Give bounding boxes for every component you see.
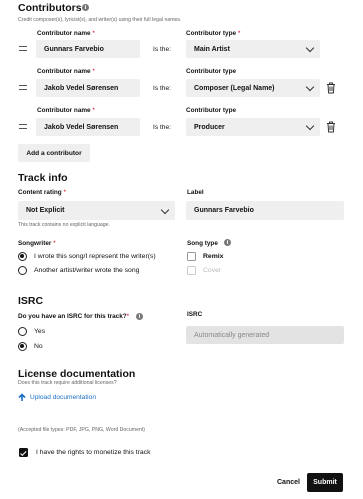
contributor-type-select[interactable]: Composer (Legal Name)	[186, 79, 320, 97]
remix-option-label[interactable]: Remix	[203, 253, 223, 260]
contributor-name-label: Contributor name *	[37, 107, 95, 114]
contributor-name-input[interactable]: Jakob Vedel Sørensen	[36, 118, 140, 136]
contributor-name-label: Contributor name *	[37, 30, 95, 37]
songwriter-option-self[interactable]: I wrote this song/I represent the writer…	[34, 253, 156, 260]
accepted-file-types: (Accepted file types: PDF, JPG, PNG, Wor…	[18, 427, 146, 433]
cancel-button[interactable]: Cancel	[277, 479, 300, 486]
song-type-label: Song type	[187, 240, 218, 247]
songwriter-radio-self[interactable]	[18, 252, 27, 261]
submit-button[interactable]: Submit	[307, 473, 343, 492]
contributor-name-label: Contributor name *	[37, 68, 95, 75]
trash-icon[interactable]	[326, 82, 336, 94]
isrc-radio-no[interactable]	[18, 342, 27, 351]
license-subtitle: Does this track require additional licen…	[18, 380, 117, 386]
chevron-down-icon	[305, 121, 315, 131]
songwriter-option-other[interactable]: Another artist/writer wrote the song	[34, 267, 139, 274]
is-the-label: Is the:	[153, 46, 171, 53]
isrc-option-yes[interactable]: Yes	[34, 328, 45, 335]
license-title: License documentation	[18, 368, 136, 380]
contributor-type-label: Contributor type *	[186, 30, 241, 37]
songwriter-radio-other[interactable]	[18, 266, 27, 275]
contributor-type-select[interactable]: Producer	[186, 118, 320, 136]
trash-icon[interactable]	[326, 121, 336, 133]
contributors-title: Contributors	[18, 2, 82, 14]
track-info-title: Track info	[18, 172, 68, 184]
info-icon[interactable]: i	[224, 239, 231, 246]
content-rating-select[interactable]: Not Explicit	[18, 201, 175, 220]
isrc-field-label: ISRC	[187, 311, 203, 318]
is-the-label: Is the:	[153, 85, 171, 92]
rights-checkbox[interactable]	[19, 448, 28, 457]
cover-checkbox	[187, 266, 196, 275]
chevron-down-icon	[160, 205, 170, 214]
remix-checkbox[interactable]	[187, 252, 196, 261]
contributor-type-label: Contributor type	[186, 107, 237, 114]
cover-option-label: Cover	[203, 267, 222, 274]
isrc-title: ISRC	[18, 295, 44, 307]
isrc-option-no[interactable]: No	[34, 343, 43, 350]
content-rating-label: Content rating *	[18, 189, 66, 196]
songwriter-label: Songwriter *	[18, 240, 56, 247]
content-rating-note: This track contains no explicit language…	[18, 222, 110, 228]
upload-documentation-link[interactable]: Upload documentation	[30, 394, 96, 401]
isrc-question: Do you have an ISRC for this track?*	[18, 313, 130, 320]
rights-label[interactable]: I have the rights to monetize this track	[36, 449, 150, 456]
drag-handle-icon[interactable]	[19, 46, 27, 51]
label-input[interactable]: Gunnars Farvebio	[186, 201, 344, 220]
is-the-label: Is the:	[153, 124, 171, 131]
add-contributor-button[interactable]: Add a contributor	[18, 144, 90, 162]
label-field-label: Label	[187, 189, 204, 196]
contributor-type-select[interactable]: Main Artist	[186, 40, 320, 58]
isrc-input: Automatically generated	[186, 326, 344, 344]
info-icon[interactable]: i	[136, 313, 143, 320]
chevron-down-icon	[305, 43, 315, 53]
drag-handle-icon[interactable]	[19, 124, 27, 129]
chevron-down-icon	[305, 82, 315, 92]
contributor-type-label: Contributor type	[186, 68, 237, 75]
isrc-radio-yes[interactable]	[18, 327, 27, 336]
contributor-name-input[interactable]: Gunnars Farvebio	[36, 40, 140, 58]
contributors-subtitle: Credit composer(s), lyricist(s), and wri…	[18, 17, 182, 23]
contributor-name-input[interactable]: Jakob Vedel Sørensen	[36, 79, 140, 97]
upload-arrow-icon[interactable]	[18, 393, 26, 402]
info-icon[interactable]: i	[82, 4, 89, 11]
drag-handle-icon[interactable]	[19, 85, 27, 90]
